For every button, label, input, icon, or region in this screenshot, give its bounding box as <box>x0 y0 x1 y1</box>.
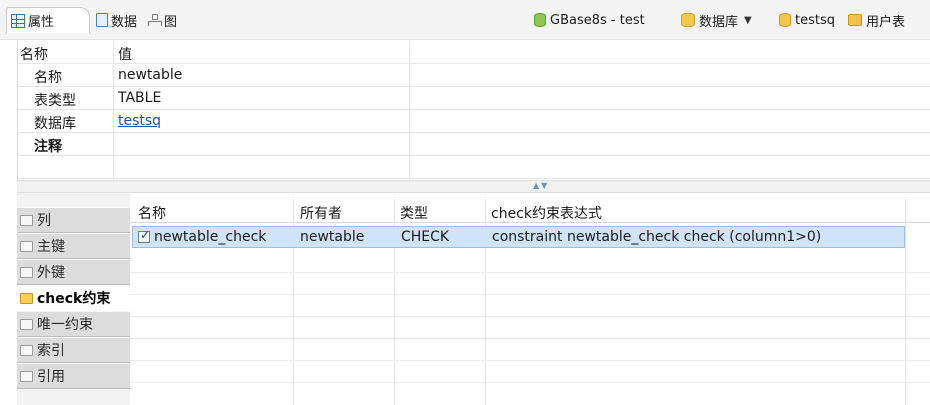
nav-item-foreign-key[interactable]: 外键 <box>17 259 130 285</box>
tab-diagram-label: 图 <box>164 14 178 30</box>
tab-diagram[interactable]: 图 <box>147 8 177 32</box>
nav-item-references[interactable]: 引用 <box>17 363 130 389</box>
nav-item-label: 引用 <box>37 369 65 385</box>
user-tables-label: 用户表 <box>866 14 906 30</box>
folder-icon <box>20 214 33 226</box>
database-selector[interactable]: 数据库 ▼ <box>681 10 752 30</box>
constraint-name: newtable_check <box>154 229 267 245</box>
property-key: 名称 <box>34 70 62 86</box>
folder-icon <box>20 266 33 278</box>
properties-header-row: 名称 值 <box>18 41 930 64</box>
property-key: 数据库 <box>34 116 76 132</box>
folder-open-icon <box>20 292 33 304</box>
constraint-owner: newtable <box>300 229 365 245</box>
database-link[interactable]: testsq <box>118 113 161 129</box>
property-value[interactable]: newtable <box>118 67 182 83</box>
constraint-nav: 列 主键 外键 check约束 唯一约束 索引 引用 <box>17 193 130 405</box>
folder-icon <box>20 370 33 382</box>
nav-item-check-constraint[interactable]: check约束 <box>17 285 130 311</box>
nav-item-label: 列 <box>37 213 51 229</box>
splitter-arrows-icon: ▲▼ <box>533 181 550 190</box>
connection-selector[interactable]: GBase8s - test <box>534 10 645 30</box>
constraint-expression: constraint newtable_check check (column1… <box>492 229 822 245</box>
databases-icon <box>681 13 695 27</box>
column-header-value: 值 <box>118 47 132 63</box>
diagram-icon <box>147 13 162 27</box>
nav-item-columns[interactable]: 列 <box>17 207 130 233</box>
property-row-comment[interactable]: 注释 <box>18 133 930 156</box>
check-constraints-table: 名称 所有者 类型 check约束表达式 newtable_check newt… <box>130 193 930 405</box>
database-selector-label: 数据库 <box>699 14 739 30</box>
column-header-name: 名称 <box>20 47 48 63</box>
tab-data[interactable]: 数据 <box>96 8 137 32</box>
nav-item-primary-key[interactable]: 主键 <box>17 233 130 259</box>
property-value[interactable]: TABLE <box>118 90 161 106</box>
column-header-expression[interactable]: check约束表达式 <box>491 203 602 223</box>
user-table-icon <box>848 14 862 26</box>
nav-item-label: 索引 <box>37 343 65 359</box>
column-header-owner[interactable]: 所有者 <box>300 203 342 223</box>
grid-icon <box>11 13 25 28</box>
database-connection-icon <box>534 13 546 27</box>
tab-properties-label: 属性 <box>28 15 55 30</box>
table-header: 名称 所有者 类型 check约束表达式 <box>130 199 930 223</box>
column-header-type[interactable]: 类型 <box>400 203 428 223</box>
document-icon <box>96 13 108 27</box>
table-editor: 属性 数据 图 GBase8s - test 数据库 ▼ testsq 用户表 <box>0 0 930 405</box>
property-row-table-type[interactable]: 表类型 TABLE <box>18 87 930 110</box>
tab-data-label: 数据 <box>111 14 138 30</box>
nav-item-unique-constraint[interactable]: 唯一约束 <box>17 311 130 337</box>
connection-name: GBase8s - test <box>550 12 645 28</box>
schema-selector[interactable]: testsq <box>779 10 835 30</box>
folder-icon <box>20 318 33 330</box>
dropdown-caret-icon: ▼ <box>744 14 752 26</box>
panel-splitter[interactable]: ▲▼ <box>17 180 930 193</box>
nav-item-index[interactable]: 索引 <box>17 337 130 363</box>
tab-properties[interactable]: 属性 <box>6 7 90 33</box>
table-row[interactable]: newtable_check newtable CHECK constraint… <box>132 226 905 248</box>
editor-toolbar: 属性 数据 图 GBase8s - test 数据库 ▼ testsq 用户表 <box>0 0 930 40</box>
schema-icon <box>779 13 791 27</box>
nav-item-label: 外键 <box>37 265 65 281</box>
property-row-database[interactable]: 数据库 testsq <box>18 110 930 133</box>
property-row-empty <box>18 156 930 179</box>
property-row-name[interactable]: 名称 newtable <box>18 64 930 87</box>
constraint-type: CHECK <box>401 229 450 245</box>
properties-grid: 名称 值 名称 newtable 表类型 TABLE 数据库 testsq 注释 <box>17 41 930 180</box>
folder-icon <box>20 240 33 252</box>
column-header-name[interactable]: 名称 <box>138 203 166 223</box>
nav-item-label: check约束 <box>37 291 111 307</box>
property-key: 表类型 <box>34 93 76 109</box>
property-key: 注释 <box>34 139 62 155</box>
schema-name: testsq <box>795 12 835 28</box>
nav-item-label: 唯一约束 <box>37 317 93 333</box>
nav-item-label: 主键 <box>37 239 65 255</box>
user-tables-selector[interactable]: 用户表 <box>848 10 905 30</box>
folder-icon <box>20 344 33 356</box>
row-checkbox[interactable] <box>138 228 150 243</box>
